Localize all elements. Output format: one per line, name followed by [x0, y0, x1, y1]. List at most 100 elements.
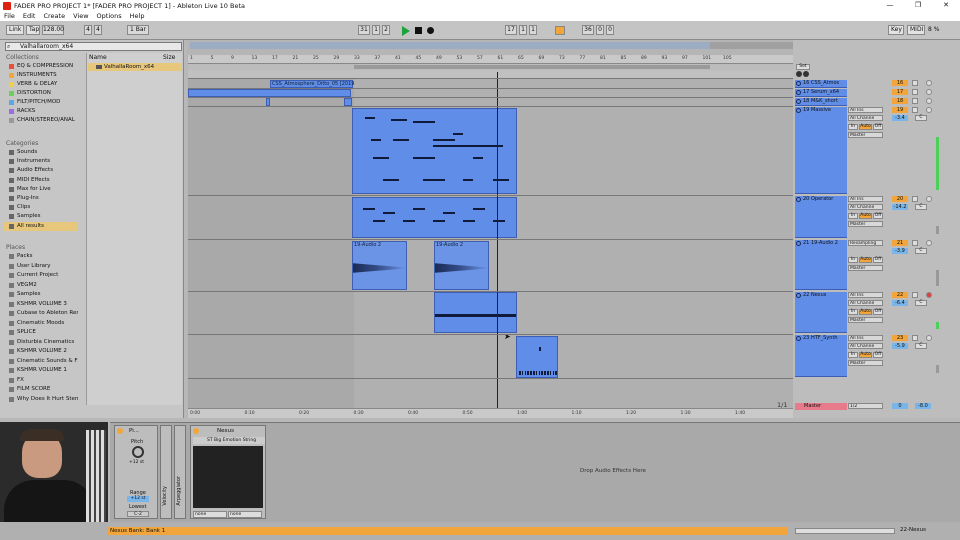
collection-item[interactable]: FILT/PITCH/MOD [4, 98, 78, 107]
solo-button[interactable] [912, 196, 918, 202]
output-routing[interactable]: Master [848, 132, 883, 138]
loop-start-bars[interactable]: 17 [505, 25, 517, 35]
collection-item[interactable]: CHAIN/STEREO/ANAL [4, 116, 78, 125]
overview-range[interactable] [190, 42, 710, 49]
track-volume[interactable]: -3.9 [892, 248, 908, 254]
menu-options[interactable]: Options [93, 12, 126, 20]
master-output[interactable]: 1/2 [848, 403, 883, 409]
loop-length-sixteenths[interactable]: 0 [606, 25, 614, 35]
bar-ruler[interactable]: 1 5 9 13 17 21 25 29 33 37 41 45 49 53 57 61 65 69 73 77 81 8… [188, 55, 793, 64]
key-map-button[interactable]: Key [888, 25, 904, 35]
track-activator[interactable]: 18 [892, 98, 908, 104]
input-channel[interactable]: All Channe [848, 115, 883, 121]
set-button[interactable]: Set [796, 64, 810, 70]
track-header[interactable]: 16 CSS_Atmos [795, 80, 847, 88]
loop-switch-icon[interactable] [555, 26, 565, 35]
monitor-off[interactable]: Off [873, 309, 883, 315]
signature-denominator[interactable]: 4 [94, 25, 102, 35]
signature-numerator[interactable]: 4 [84, 25, 92, 35]
nexus-plugin-display[interactable] [193, 446, 263, 508]
monitor-in[interactable]: In [848, 352, 858, 358]
position-sixteenths[interactable]: 2 [382, 25, 390, 35]
category-item[interactable]: Samples [4, 212, 78, 221]
arm-icon[interactable] [926, 240, 932, 246]
input-type[interactable]: All Ins [848, 107, 883, 113]
monitor-auto[interactable]: Auto [859, 124, 872, 130]
loop-start-beats[interactable]: 1 [519, 25, 527, 35]
menu-help[interactable]: Help [126, 12, 149, 20]
places-item[interactable]: SPLICE [4, 328, 78, 337]
track-fold-icon[interactable] [796, 108, 801, 113]
nexus-param-a[interactable]: none [193, 511, 227, 518]
arm-icon[interactable] [926, 196, 932, 202]
collection-item[interactable]: VERB & DELAY [4, 80, 78, 89]
track-header[interactable]: 21 19-Audio 2 [795, 240, 847, 290]
clip-atmos[interactable]: CSS_Atmosphere_Ditto_05 [2019 [270, 80, 354, 88]
monitor-in[interactable]: In [848, 309, 858, 315]
track-pan[interactable]: C [915, 115, 927, 121]
places-item[interactable]: VEGM2 [4, 281, 78, 290]
monitor-in[interactable]: In [848, 257, 858, 263]
category-item[interactable]: All results [4, 221, 78, 231]
track-pan[interactable]: C [915, 204, 927, 210]
collection-item[interactable]: RACKS [4, 107, 78, 116]
clip-serum[interactable] [188, 89, 351, 97]
pitch-knob[interactable] [132, 446, 144, 458]
track-volume[interactable]: -14.2 [892, 204, 908, 210]
status-scroll[interactable] [795, 528, 895, 534]
places-item[interactable]: User Library [4, 262, 78, 271]
record-icon[interactable] [427, 27, 434, 34]
close-button[interactable]: ✕ [932, 0, 960, 11]
track-fold-icon[interactable] [796, 99, 801, 104]
output-routing[interactable]: Master [848, 360, 883, 366]
nexus-preset[interactable]: ST Big Emotion String [193, 437, 265, 444]
category-item[interactable]: Audio Effects [4, 166, 78, 175]
link-button[interactable]: Link [6, 25, 24, 35]
solo-button[interactable] [912, 292, 918, 298]
category-item[interactable]: Max for Live [4, 185, 78, 194]
menu-view[interactable]: View [69, 12, 92, 20]
category-item[interactable]: Clips [4, 203, 78, 212]
clip-audio-b[interactable]: 19-Audio 2 [434, 241, 489, 290]
time-ruler[interactable]: 0:00 0:10 0:20 0:30 0:40 0:50 1:00 1:10 1:20 1:30… [188, 408, 793, 418]
places-item[interactable]: Cinematic Sounds & FX [4, 357, 78, 366]
arm-icon[interactable] [926, 80, 932, 86]
monitor-in[interactable]: In [848, 213, 858, 219]
track-header[interactable]: 17 Serum_x64 [795, 89, 847, 97]
track-activator[interactable]: 16 [892, 80, 908, 86]
track-fold-icon[interactable] [796, 336, 801, 341]
arm-icon[interactable] [926, 335, 932, 341]
position-bars[interactable]: 31 [358, 25, 370, 35]
track-pan[interactable]: C [915, 300, 927, 306]
input-type[interactable]: Resampling [848, 240, 883, 246]
track-fold-icon[interactable] [796, 241, 801, 246]
input-channel[interactable]: All Channe [848, 343, 883, 349]
collection-item[interactable]: EQ & COMPRESSION [4, 62, 78, 71]
next-locator-icon[interactable] [803, 71, 809, 77]
places-item[interactable]: Packs [4, 252, 78, 261]
monitor-auto[interactable]: Auto [859, 257, 872, 263]
input-channel[interactable]: All Channe [848, 204, 883, 210]
input-type[interactable]: All Ins [848, 196, 883, 202]
track-activator[interactable]: 23 [892, 335, 908, 341]
category-item[interactable]: Instruments [4, 157, 78, 166]
category-item[interactable]: Plug-Ins [4, 194, 78, 203]
track-fold-icon[interactable] [796, 293, 801, 298]
master-track-name[interactable]: Master [795, 403, 847, 410]
play-icon[interactable] [402, 26, 410, 36]
track-activator[interactable]: 19 [892, 107, 908, 113]
solo-button[interactable] [912, 80, 918, 86]
output-routing[interactable]: Master [848, 265, 883, 271]
monitor-off[interactable]: Off [873, 213, 883, 219]
tap-button[interactable]: Tap [26, 25, 40, 35]
category-item[interactable]: Sounds [4, 148, 78, 157]
clip-mk-b[interactable] [344, 98, 352, 106]
arm-icon[interactable] [926, 292, 932, 298]
quantization-menu[interactable]: 1 Bar [127, 25, 149, 35]
input-type[interactable]: All Ins [848, 335, 883, 341]
arm-icon[interactable] [926, 107, 932, 113]
monitor-in[interactable]: In [848, 124, 858, 130]
places-item[interactable]: KSHMR VOLUME 2 [4, 347, 78, 356]
track-activator[interactable]: 22 [892, 292, 908, 298]
range-value[interactable]: +12 st [127, 496, 149, 502]
